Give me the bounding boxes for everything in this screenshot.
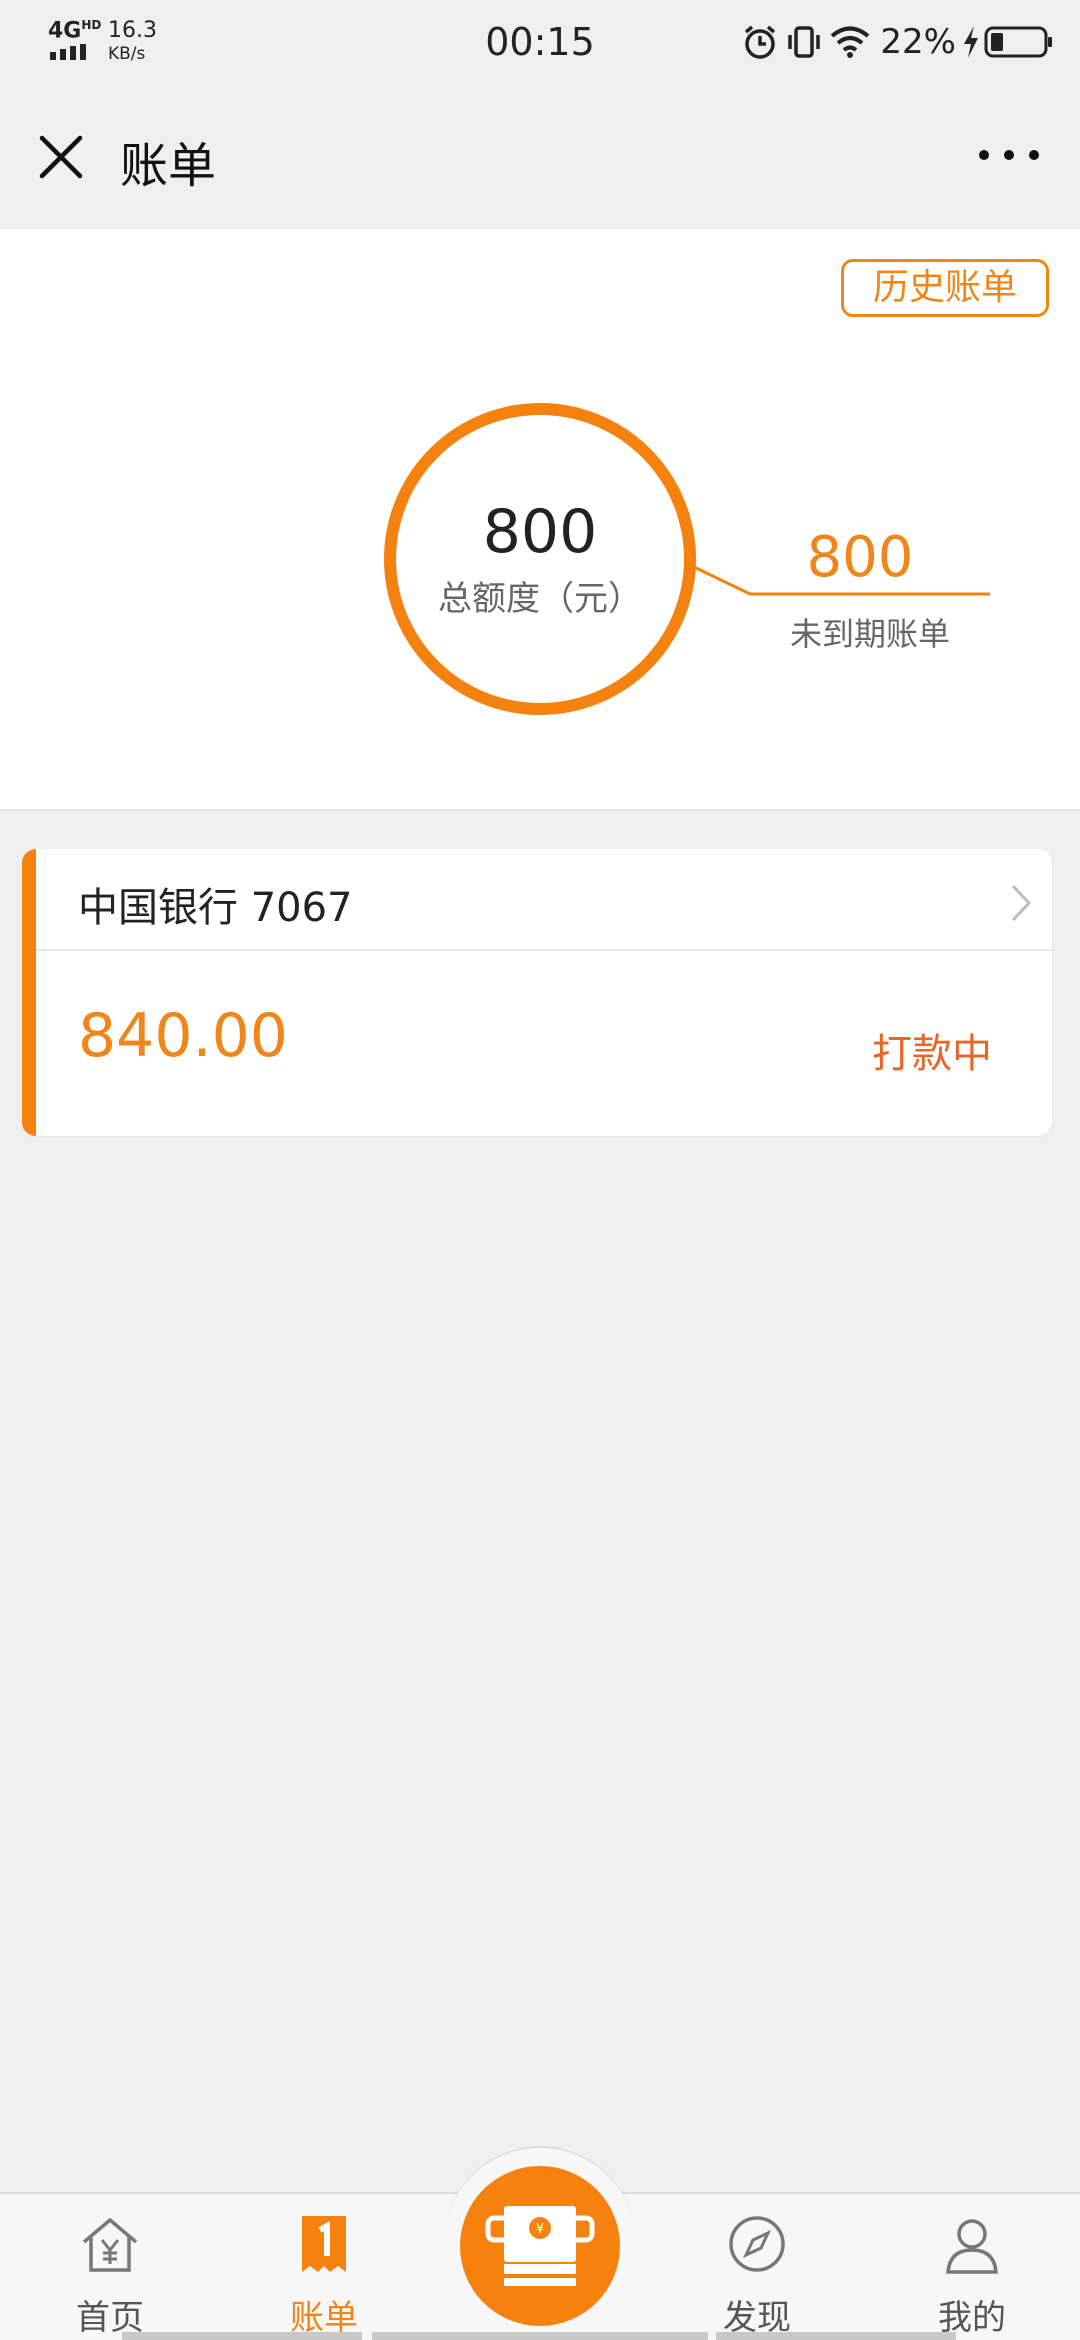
charging-icon — [964, 26, 978, 58]
undue-bill-value: 800 — [806, 525, 914, 590]
tab-mine[interactable]: 我的 — [897, 2212, 1047, 2340]
status-icons: 22% — [742, 22, 1054, 62]
vibrate-icon — [788, 26, 821, 58]
cash-payment-icon: ¥ — [485, 2206, 595, 2286]
battery-icon — [984, 26, 1052, 58]
home-yen-icon — [82, 2218, 138, 2272]
bank-row[interactable]: 中国银行 7067 — [36, 849, 1052, 951]
bill-icon — [302, 2216, 346, 2272]
total-credit-label: 总额度（元） — [438, 579, 642, 619]
user-icon — [946, 2219, 998, 2274]
gesture-bar-left — [122, 2332, 362, 2340]
tab-discover[interactable]: 发现 — [682, 2212, 832, 2340]
cash-payment-button[interactable]: ¥ — [460, 2166, 620, 2326]
page-title: 账单 — [120, 138, 217, 194]
alarm-icon — [745, 25, 776, 59]
chevron-right-icon — [1011, 884, 1032, 922]
nav-bar: 账单 — [0, 84, 1080, 229]
card-accent-bar — [22, 849, 36, 1136]
undue-bill-label: 未到期账单 — [789, 615, 950, 653]
bank-name: 中国银行 7067 — [78, 885, 353, 931]
more-icon[interactable] — [974, 140, 1044, 170]
svg-text:¥: ¥ — [536, 2222, 544, 2237]
gesture-bar-center — [372, 2332, 708, 2340]
bill-card[interactable]: 中国银行 7067 840.00 打款中 — [22, 849, 1052, 1136]
status-bar: 4GHD 16.3 KB/s 00:15 22% — [0, 0, 1080, 84]
gesture-bar-right — [716, 2332, 956, 2340]
tab-bill[interactable]: 账单 — [249, 2212, 399, 2340]
bill-amount: 840.00 — [78, 1001, 288, 1071]
payment-status: 打款中 — [872, 1031, 992, 1077]
close-icon[interactable] — [36, 132, 86, 182]
wifi-icon — [831, 26, 870, 58]
bill-summary: 历史账单 800 总额度（元） 800 未到期账单 — [0, 229, 1080, 811]
tab-home[interactable]: 首页 — [35, 2212, 185, 2340]
total-credit-value: 800 — [482, 497, 598, 567]
battery-percent: 22% — [880, 22, 956, 62]
compass-icon — [729, 2216, 785, 2272]
